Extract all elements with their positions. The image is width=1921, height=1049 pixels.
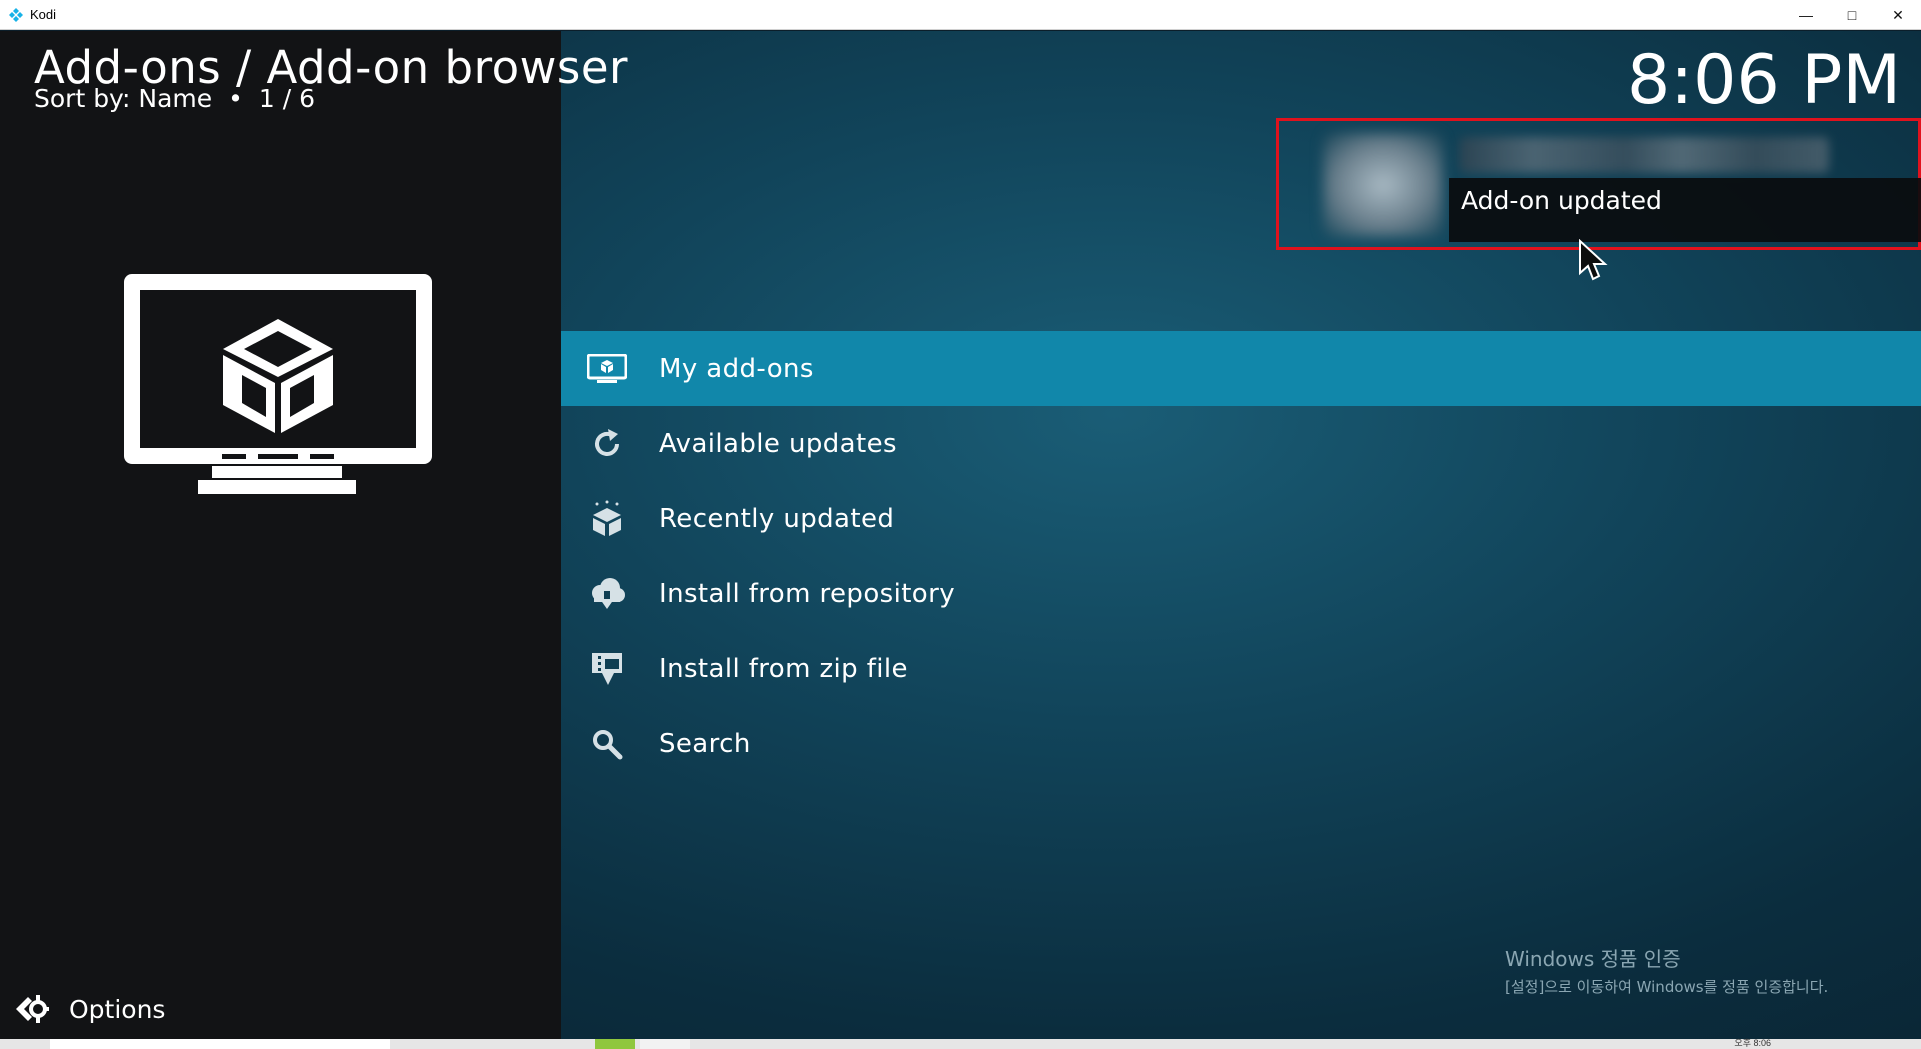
options-arrows-icon [16,995,49,1023]
menu-item-my-addons[interactable]: My add-ons [561,331,1921,406]
notification-toast: Add-on updated [1276,118,1921,250]
menu-item-install-from-repository[interactable]: Install from repository [561,556,1921,631]
options-label: Options [69,994,166,1024]
notification-heading-redacted [1459,137,1829,173]
notification-thumbnail [1323,133,1443,237]
taskbar-app-button[interactable] [595,1039,635,1049]
separator-dot: • [228,84,243,113]
kodi-logo-icon [9,8,23,22]
taskbar-clock: 오후 8:06 [1734,1038,1771,1048]
menu-item-label: Install from zip file [659,653,908,684]
box-sparkle-icon [584,496,630,542]
left-panel [0,31,561,1039]
options-button[interactable]: Options [14,991,165,1027]
menu-item-label: Available updates [659,428,897,459]
clock: 8:06 PM [1627,41,1901,120]
taskbar-app-button[interactable] [640,1039,690,1049]
mouse-cursor-icon [1579,239,1608,281]
sort-label: Sort by: Name [34,84,213,113]
maximize-icon: □ [1847,7,1857,23]
item-position: 1 / 6 [258,84,316,113]
menu-item-install-from-zip[interactable]: Install from zip file [561,631,1921,706]
kodi-app: Add-ons / Add-on browser Sort by: Name • 1… [0,31,1921,1039]
menu-item-search[interactable]: Search [561,706,1921,781]
menu-item-label: Search [659,728,751,759]
window-titlebar: Kodi — □ ✕ [0,0,1921,30]
cloud-download-icon [584,571,630,617]
monitor-box-icon [584,346,630,392]
sort-info[interactable]: Sort by: Name • 1 / 6 [34,84,315,113]
windows-activation-watermark: Windows 정품 인증 [설정]으로 이동하여 Windows를 정품 인증… [1505,943,1828,997]
close-button[interactable]: ✕ [1875,0,1921,30]
watermark-title: Windows 정품 인증 [1505,947,1681,971]
minimize-button[interactable]: — [1783,0,1829,30]
watermark-subtitle: [설정]으로 이동하여 Windows를 정품 인증합니다. [1505,978,1829,996]
minimize-icon: — [1799,7,1813,23]
menu-item-available-updates[interactable]: Available updates [561,406,1921,481]
windows-taskbar: 오후 8:06 [0,1038,1921,1049]
menu-item-label: My add-ons [659,353,814,384]
window-title: Kodi [30,7,57,22]
zip-install-icon [584,646,630,692]
refresh-icon [584,421,630,467]
search-icon [584,721,630,767]
addon-browser-menu: My add-ons Available updates Recently up… [561,331,1921,781]
maximize-button[interactable]: □ [1829,0,1875,30]
menu-item-label: Install from repository [659,578,955,609]
addon-monitor-icon [124,274,432,494]
notification-message: Add-on updated [1449,178,1921,242]
menu-item-label: Recently updated [659,503,895,534]
menu-item-recently-updated[interactable]: Recently updated [561,481,1921,556]
close-icon: ✕ [1892,6,1904,23]
taskbar-search-box[interactable] [50,1039,390,1049]
